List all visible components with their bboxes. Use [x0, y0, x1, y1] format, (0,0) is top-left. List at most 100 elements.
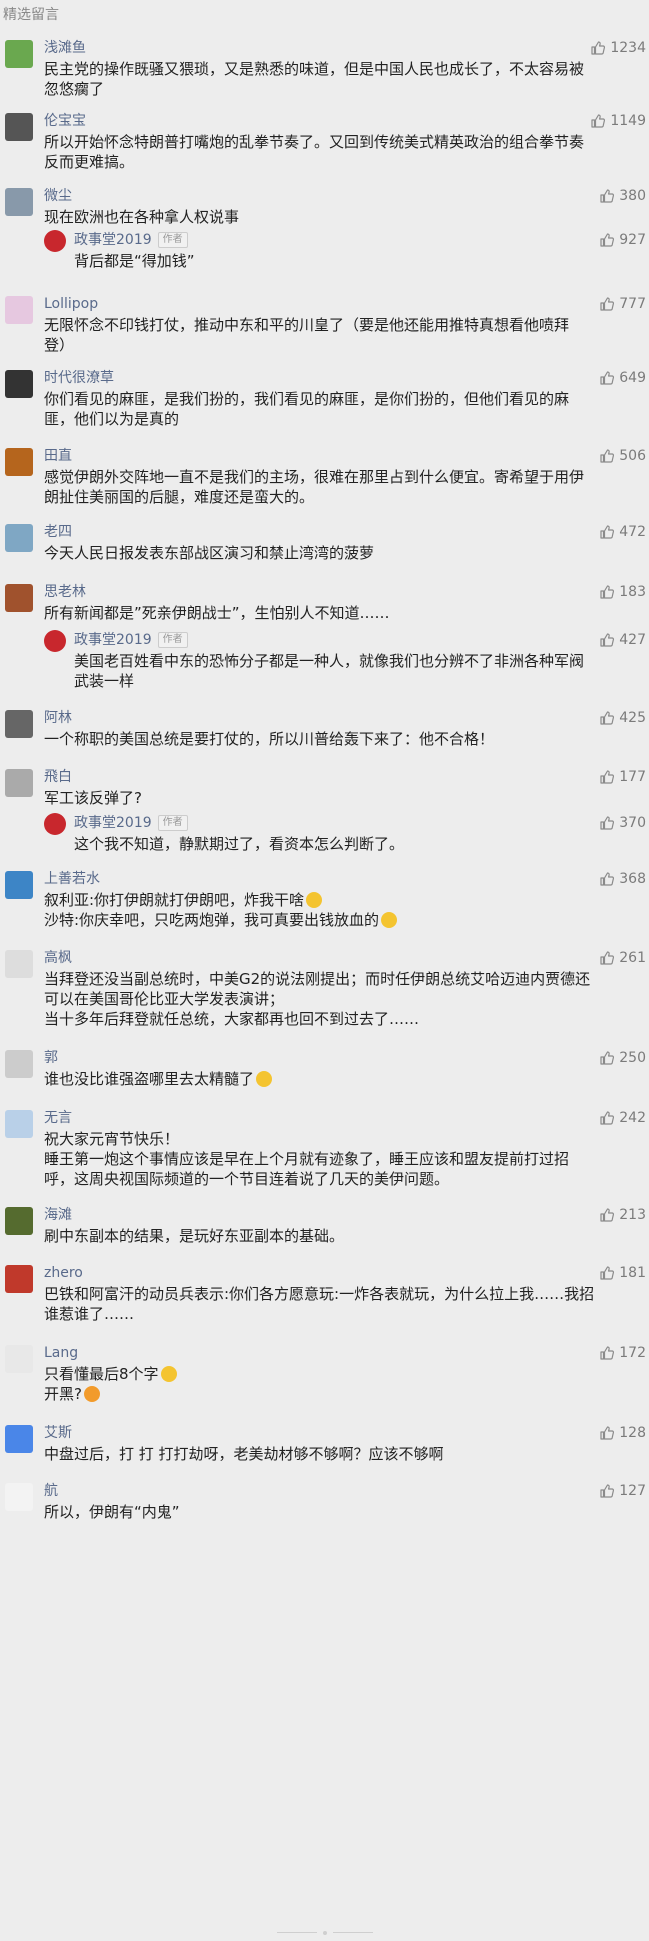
like-button[interactable]: 1149 — [590, 111, 646, 131]
like-count: 368 — [619, 871, 646, 887]
comment-text: 军工该反弹了? — [44, 788, 643, 808]
like-button[interactable]: 649 — [599, 368, 646, 388]
reply-line: 美国老百姓看中东的恐怖分子都是一种人，就像我们也分辨不了非洲各种军阀 — [74, 652, 585, 670]
like-button[interactable]: 1234 — [590, 38, 646, 58]
reply-like-button[interactable]: 370 — [599, 813, 646, 833]
comment-text: 所以开始怀念特朗普打嘴炮的乱拳节奏了。又回到传统美式精英政治的组合拳节奏 反而更难… — [44, 132, 643, 172]
avatar[interactable] — [5, 1050, 33, 1078]
author-avatar[interactable] — [44, 813, 66, 835]
commenter-name[interactable]: 上善若水 — [44, 869, 100, 889]
comment-text: 祝大家元宵节快乐！ 睡王第一炮这个事情应该是早在上个月就有迹象了，睡王应该和盟友提… — [44, 1129, 643, 1189]
avatar[interactable] — [5, 950, 33, 978]
commenter-name[interactable]: 艾斯 — [44, 1423, 72, 1443]
author-badge: 作者 — [157, 632, 188, 648]
commenter-name[interactable]: 老四 — [44, 522, 72, 542]
comment-line: 睡王第一炮这个事情应该是早在上个月就有迹象了，睡王应该和盟友提前打过招 — [44, 1150, 570, 1168]
like-button[interactable]: 506 — [599, 446, 646, 466]
like-button[interactable]: 181 — [599, 1263, 646, 1283]
commenter-name[interactable]: 微尘 — [44, 186, 72, 206]
commenter-name[interactable]: 无言 — [44, 1108, 72, 1128]
thumbs-up-icon — [590, 40, 606, 56]
comment-text: 叙利亚:你打伊朗就打伊朗吧，炸我干啥 沙特:你庆幸吧，只吃两炮弹，我可真要出钱放血… — [44, 890, 643, 930]
commenter-name[interactable]: 浅滩鱼 — [44, 38, 86, 58]
like-count: 242 — [619, 1110, 646, 1126]
avatar[interactable] — [5, 1345, 33, 1373]
commenter-name[interactable]: 郭 — [44, 1048, 58, 1068]
thumbs-up-icon — [599, 1345, 615, 1361]
comments-page: 精选留言 浅滩鱼 1234 民主党的操作既骚又猥琐，又是熟悉的味道，但是中国人民也成… — [0, 0, 649, 1936]
commenter-name[interactable]: 伦宝宝 — [44, 111, 86, 131]
like-count: 172 — [619, 1345, 646, 1361]
reply-like-button[interactable]: 427 — [599, 630, 646, 650]
commenter-name[interactable]: 思老林 — [44, 582, 86, 602]
reply-author[interactable]: 政事堂2019 作者 — [74, 630, 188, 650]
comment-line: 所以开始怀念特朗普打嘴炮的乱拳节奏了。又回到传统美式精英政治的组合拳节奏 — [44, 133, 585, 151]
emoji-icon — [160, 1366, 177, 1382]
like-button[interactable]: 213 — [599, 1205, 646, 1225]
like-button[interactable]: 250 — [599, 1048, 646, 1068]
commenter-name[interactable]: 航 — [44, 1481, 58, 1501]
like-count: 127 — [619, 1483, 646, 1499]
commenter-name[interactable]: Lollipop — [44, 294, 98, 314]
author-avatar[interactable] — [44, 230, 66, 252]
like-button[interactable]: 172 — [599, 1343, 646, 1363]
like-count: 183 — [619, 584, 646, 600]
like-button[interactable]: 183 — [599, 582, 646, 602]
comment-line: 一个称职的美国总统是要打仗的，所以川普给轰下来了：他不合格！ — [44, 730, 495, 748]
commenter-name[interactable]: 时代很潦草 — [44, 368, 114, 388]
like-button[interactable]: 368 — [599, 869, 646, 889]
avatar[interactable] — [5, 710, 33, 738]
like-button[interactable]: 127 — [599, 1481, 646, 1501]
commenter-name[interactable]: 海滩 — [44, 1205, 72, 1225]
avatar[interactable] — [5, 113, 33, 141]
reply-author-name: 政事堂2019 — [74, 815, 152, 831]
commenter-name[interactable]: 高枫 — [44, 948, 72, 968]
avatar[interactable] — [5, 1265, 33, 1293]
avatar[interactable] — [5, 188, 33, 216]
commenter-name[interactable]: Lang — [44, 1343, 78, 1363]
avatar[interactable] — [5, 1207, 33, 1235]
commenter-name[interactable]: zhero — [44, 1263, 83, 1283]
like-button[interactable]: 242 — [599, 1108, 646, 1128]
avatar[interactable] — [5, 769, 33, 797]
like-button[interactable]: 128 — [599, 1423, 646, 1443]
like-button[interactable]: 177 — [599, 767, 646, 787]
like-button[interactable]: 425 — [599, 708, 646, 728]
author-avatar[interactable] — [44, 630, 66, 652]
thumbs-up-icon — [599, 296, 615, 312]
avatar[interactable] — [5, 524, 33, 552]
avatar[interactable] — [5, 1425, 33, 1453]
like-button[interactable]: 472 — [599, 522, 646, 542]
reply-like-count: 927 — [619, 232, 646, 248]
commenter-name[interactable]: 飛白 — [44, 767, 72, 787]
like-button[interactable]: 777 — [599, 294, 646, 314]
comment-text: 当拜登还没当副总统时，中美G2的说法刚提出；而时任伊朗总统艾哈迈迪内贾德还 可以在… — [44, 969, 643, 1029]
avatar[interactable] — [5, 1110, 33, 1138]
avatar[interactable] — [5, 871, 33, 899]
avatar[interactable] — [5, 448, 33, 476]
reply-author[interactable]: 政事堂2019 作者 — [74, 230, 188, 250]
commenter-name[interactable]: 阿林 — [44, 708, 72, 728]
comment-text: 所以，伊朗有“内鬼” — [44, 1502, 643, 1522]
avatar[interactable] — [5, 40, 33, 68]
thumbs-up-icon — [590, 113, 606, 129]
like-button[interactable]: 380 — [599, 186, 646, 206]
reply-like-button[interactable]: 927 — [599, 230, 646, 250]
comment-line: 今天人民日报发表东部战区演习和禁止湾湾的菠萝 — [44, 544, 375, 562]
like-count: 777 — [619, 296, 646, 312]
avatar[interactable] — [5, 1483, 33, 1511]
reply-author[interactable]: 政事堂2019 作者 — [74, 813, 188, 833]
reply-line: 背后都是“得加钱” — [74, 252, 195, 270]
commenter-name[interactable]: 田直 — [44, 446, 72, 466]
like-button[interactable]: 261 — [599, 948, 646, 968]
emoji-icon — [381, 912, 398, 928]
avatar[interactable] — [5, 370, 33, 398]
thumbs-up-icon — [599, 448, 615, 464]
avatar[interactable] — [5, 584, 33, 612]
avatar[interactable] — [5, 296, 33, 324]
comment-line: 民主党的操作既骚又猥琐，又是熟悉的味道，但是中国人民也成长了，不太容易被 — [44, 60, 585, 78]
thumbs-up-icon — [599, 370, 615, 386]
like-count: 250 — [619, 1050, 646, 1066]
thumbs-up-icon — [599, 769, 615, 785]
comment-line: 可以在美国哥伦比亚大学发表演讲； — [44, 990, 285, 1008]
